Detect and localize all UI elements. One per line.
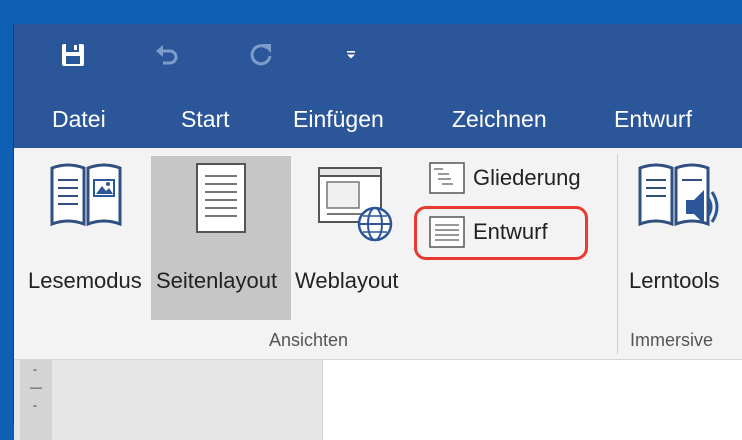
lerntools-label: Lerntools: [629, 268, 720, 293]
ribbon-panel: Lesemodus Seitenlayout Weblayout Glieder…: [14, 148, 742, 360]
customize-qat-button[interactable]: [334, 38, 368, 72]
tab-datei[interactable]: Datei: [52, 106, 106, 133]
vertical-ruler[interactable]: - — -: [20, 360, 52, 440]
undo-button[interactable]: [150, 38, 184, 72]
tab-entwurf[interactable]: Entwurf: [614, 106, 692, 133]
group-label-immersive: Immersive: [630, 330, 714, 350]
print-layout-icon: [196, 163, 246, 233]
seitenlayout-label: Seitenlayout: [156, 268, 278, 293]
tab-zeichnen[interactable]: Zeichnen: [452, 106, 547, 133]
save-icon: [62, 44, 84, 66]
ruler-mark: —: [30, 380, 42, 394]
ruler-mark: -: [33, 398, 37, 412]
ruler-mark: -: [33, 362, 37, 376]
web-layout-icon: [318, 167, 393, 242]
redo-button[interactable]: [244, 38, 278, 72]
highlight-annotation: [414, 206, 588, 260]
gliederung-label: Gliederung: [473, 165, 581, 190]
group-separator: [617, 154, 618, 354]
lesemodus-label: Lesemodus: [28, 268, 142, 293]
quick-access-toolbar: [14, 24, 742, 88]
gliederung-button[interactable]: Gliederung: [429, 162, 581, 194]
read-mode-icon: [50, 163, 122, 227]
tab-start[interactable]: Start: [181, 106, 230, 133]
tab-einfuegen[interactable]: Einfügen: [293, 106, 384, 133]
document-area: - — -: [14, 360, 742, 440]
group-label-ansichten: Ansichten: [269, 330, 349, 350]
undo-icon: [156, 45, 178, 65]
learning-tools-icon: [638, 163, 719, 227]
customize-qat-icon: [347, 51, 355, 59]
document-page[interactable]: [322, 360, 742, 440]
weblayout-label: Weblayout: [295, 268, 399, 293]
ribbon-tabs: Datei Start Einfügen Zeichnen Entwurf: [14, 88, 742, 148]
redo-icon: [250, 44, 272, 66]
save-button[interactable]: [56, 38, 90, 72]
word-window: Datei Start Einfügen Zeichnen Entwurf Le…: [14, 24, 742, 440]
outline-icon: [429, 162, 465, 194]
